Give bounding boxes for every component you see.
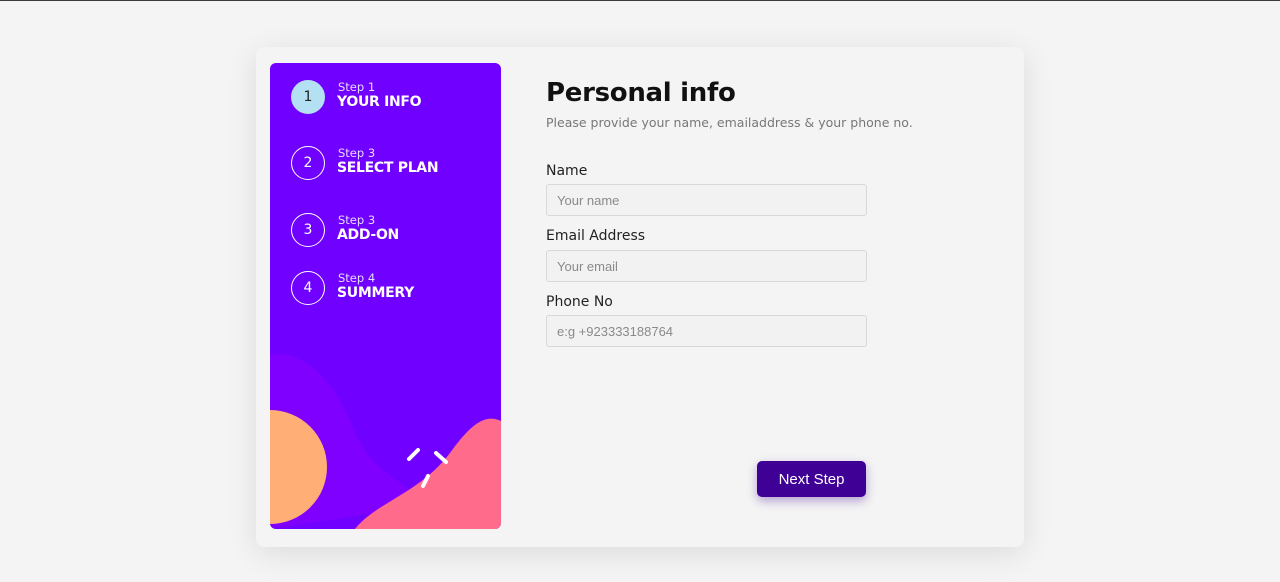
- sparkle-line-2: [434, 451, 448, 464]
- step-label: Step 1: [338, 80, 376, 94]
- step-title: YOUR INFO: [337, 94, 422, 110]
- step-label: Step 3: [338, 146, 376, 160]
- email-label: Email Address: [546, 228, 646, 244]
- window-top-border: [0, 0, 1280, 1]
- page-subtitle: Please provide your name, emailaddress &…: [546, 115, 913, 130]
- name-label: Name: [546, 163, 588, 179]
- name-input[interactable]: [546, 184, 867, 216]
- step-number-circle: 4: [291, 271, 325, 305]
- step-label: Step 4: [338, 271, 376, 285]
- page-title: Personal info: [546, 78, 736, 108]
- step-sidebar: 1 Step 1 YOUR INFO 2 Step 3 SELECT PLAN …: [270, 63, 501, 529]
- step-label: Step 3: [338, 213, 376, 227]
- step-number-circle: 2: [291, 146, 325, 180]
- step-number-circle: 3: [291, 213, 325, 247]
- phone-label: Phone No: [546, 294, 613, 310]
- next-step-button[interactable]: Next Step: [757, 461, 866, 497]
- sparkle-line-1: [407, 448, 420, 461]
- phone-input[interactable]: [546, 315, 867, 347]
- step-number-circle: 1: [291, 80, 325, 114]
- step-title: SELECT PLAN: [337, 160, 439, 176]
- step-title: ADD-ON: [337, 227, 399, 243]
- form-card: 1 Step 1 YOUR INFO 2 Step 3 SELECT PLAN …: [256, 47, 1024, 547]
- email-input[interactable]: [546, 250, 867, 282]
- step-title: SUMMERY: [337, 285, 414, 301]
